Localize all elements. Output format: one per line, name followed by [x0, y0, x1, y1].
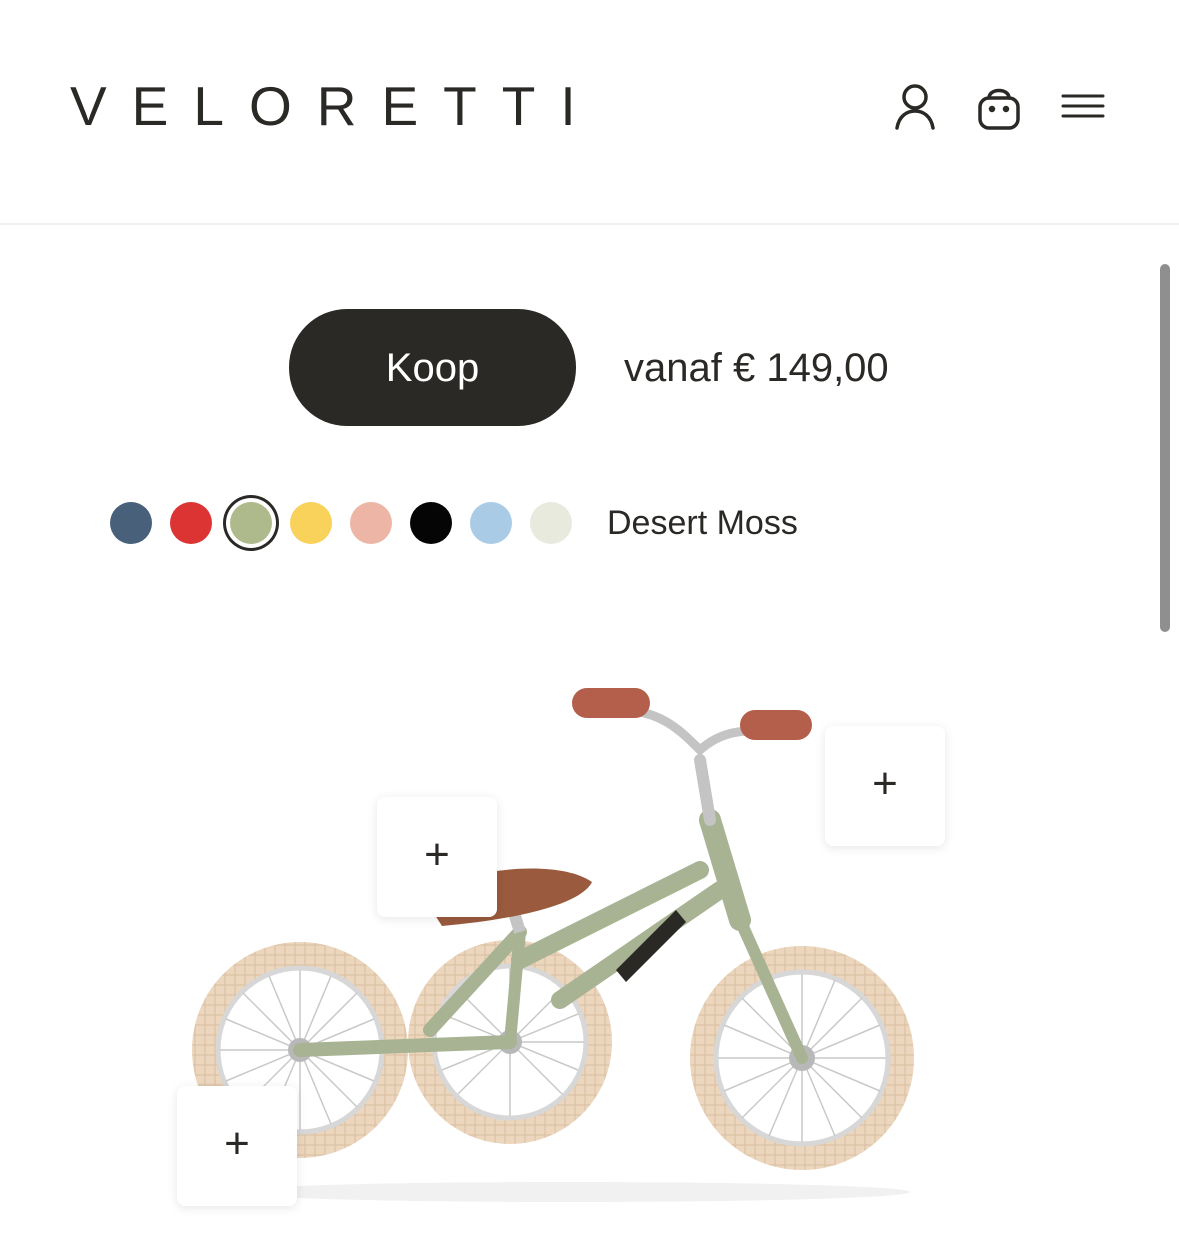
color-swatch[interactable]: [350, 502, 392, 544]
menu-icon[interactable]: [1059, 82, 1107, 132]
hotspot-saddle[interactable]: +: [377, 797, 497, 917]
price-label: vanaf € 149,00: [624, 346, 889, 390]
color-swatch[interactable]: [110, 502, 152, 544]
color-swatch[interactable]: [290, 502, 332, 544]
left-grip: [572, 688, 650, 718]
account-icon[interactable]: [891, 82, 939, 132]
plus-icon: +: [424, 830, 450, 879]
site-header: VELORETTI: [0, 0, 1179, 225]
hotspot-wheel[interactable]: +: [177, 1086, 297, 1206]
right-grip: [740, 710, 812, 740]
plus-icon: +: [224, 1119, 250, 1168]
color-swatch[interactable]: [530, 502, 572, 544]
plus-icon: +: [872, 759, 898, 808]
selected-color-name: Desert Moss: [607, 504, 798, 542]
buy-button[interactable]: Koop: [289, 309, 576, 426]
hotspot-handlebar[interactable]: +: [825, 726, 945, 846]
color-swatch[interactable]: [410, 502, 452, 544]
color-swatch[interactable]: [170, 502, 212, 544]
color-swatch[interactable]: [230, 502, 272, 544]
buy-section: Koop vanaf € 149,00: [0, 309, 1179, 426]
bag-icon[interactable]: [975, 82, 1023, 132]
color-swatch[interactable]: [470, 502, 512, 544]
brand-logo[interactable]: VELORETTI: [70, 78, 601, 134]
